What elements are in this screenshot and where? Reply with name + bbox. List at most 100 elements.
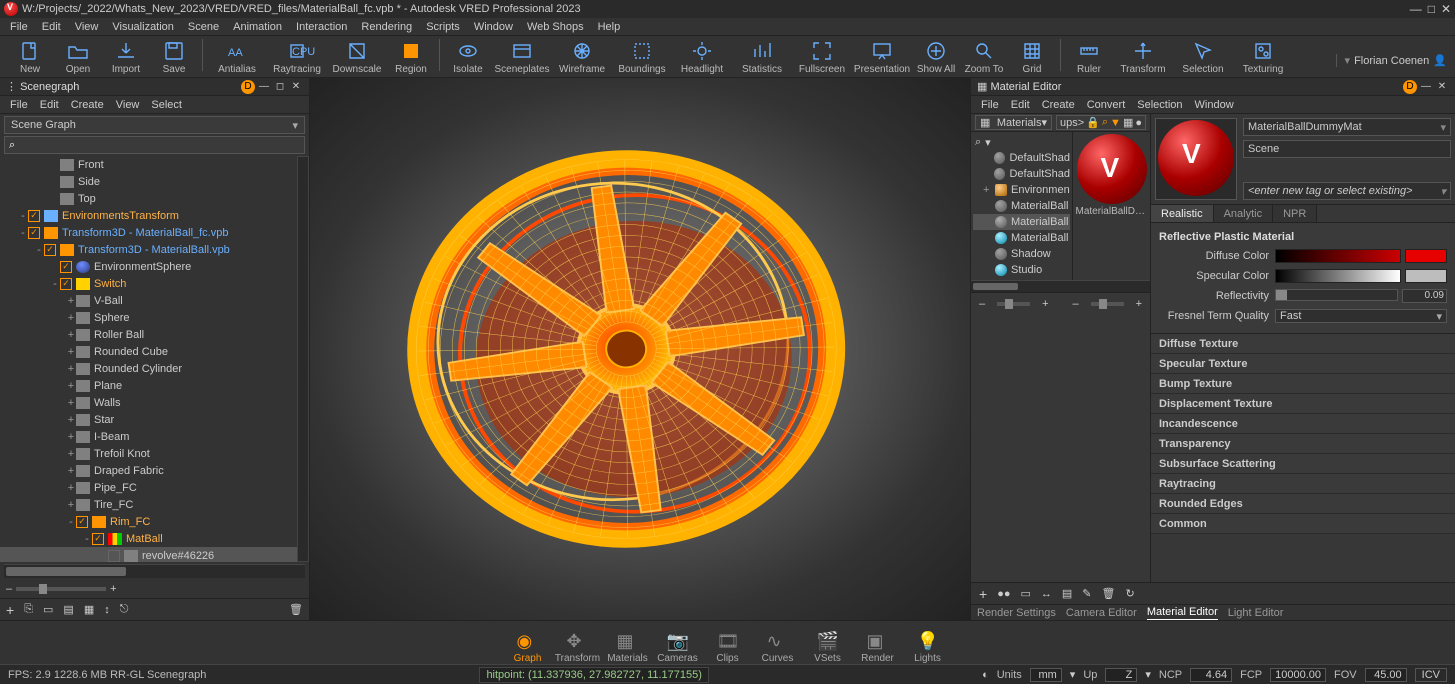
menu-file[interactable]: File [10, 21, 28, 33]
tree-node-walls[interactable]: +Walls [0, 394, 309, 411]
toolbar-zoom-to[interactable]: Zoom To [960, 40, 1008, 75]
group-icon[interactable]: ▭ [43, 603, 53, 616]
expand-toggle[interactable]: + [66, 448, 76, 460]
quickbar-cameras[interactable]: 📷Cameras [653, 631, 703, 664]
me-menu-create[interactable]: Create [1042, 99, 1075, 111]
reflectivity-value[interactable]: 0.09 [1402, 289, 1447, 303]
toolbar-selection[interactable]: Selection [1173, 40, 1233, 75]
tree-node-transform3d-materialball-fc-vpb[interactable]: -✓Transform3D - MaterialBall_fc.vpb [0, 224, 309, 241]
material-large-preview[interactable] [1155, 118, 1237, 200]
material-name-field[interactable]: MaterialBallDummyMat▾ [1243, 118, 1451, 136]
sg-menu-create[interactable]: Create [71, 99, 104, 111]
chevron-down-icon[interactable]: ▾ [985, 136, 991, 149]
tab-render-settings[interactable]: Render Settings [977, 607, 1056, 619]
expand-toggle[interactable]: - [50, 278, 60, 290]
chevron-down-icon[interactable]: ▾ [1145, 668, 1151, 681]
expand-toggle[interactable]: + [66, 329, 76, 341]
expand-toggle[interactable]: + [66, 431, 76, 443]
specular-color-swatch[interactable] [1405, 269, 1447, 283]
groups-selector[interactable]: ups> 🔒 ⌕ ▼ ▦ ● [1056, 115, 1146, 130]
tree-node-matball[interactable]: -✓MatBall [0, 530, 309, 547]
toolbar-region[interactable]: Region [387, 40, 435, 75]
close-button[interactable]: ✕ [1441, 2, 1451, 16]
toolbar-fullscreen[interactable]: Fullscreen [792, 40, 852, 75]
menu-rendering[interactable]: Rendering [361, 21, 412, 33]
expand-toggle[interactable]: + [66, 397, 76, 409]
reflectivity-slider[interactable] [1275, 289, 1398, 301]
ncp-value[interactable]: 4.64 [1190, 668, 1232, 682]
visibility-checkbox[interactable]: ✓ [28, 227, 40, 239]
toolbar-isolate[interactable]: Isolate [444, 40, 492, 75]
specular-color-gradient[interactable] [1275, 269, 1401, 283]
material-ball-thumbnail[interactable] [1077, 134, 1147, 204]
zoom-out-icon[interactable]: – [1073, 298, 1079, 310]
material-tag-field[interactable]: <enter new tag or select existing>▾ [1243, 182, 1451, 200]
fresnel-dropdown[interactable]: Fast▾ [1275, 309, 1447, 323]
panel-minimize[interactable]: — [1419, 80, 1433, 94]
diffuse-color-swatch[interactable] [1405, 249, 1447, 263]
tab-light-editor[interactable]: Light Editor [1228, 607, 1284, 619]
toolbar-texturing[interactable]: Texturing [1233, 40, 1293, 75]
toolbar-ruler[interactable]: Ruler [1065, 40, 1113, 75]
alert-icon[interactable]: D [1403, 80, 1417, 94]
expand-toggle[interactable]: + [66, 380, 76, 392]
visibility-checkbox[interactable]: ✓ [28, 210, 40, 222]
menu-scene[interactable]: Scene [188, 21, 219, 33]
visibility-checkbox[interactable]: ✓ [76, 516, 88, 528]
material-item-defaultshad[interactable]: DefaultShad [973, 166, 1070, 182]
toolbar-sceneplates[interactable]: Sceneplates [492, 40, 552, 75]
expand-toggle[interactable]: - [82, 533, 92, 545]
zoom-slider[interactable] [997, 302, 1030, 306]
tree-node-front[interactable]: Front [0, 156, 309, 173]
toolbar-transform[interactable]: Transform [1113, 40, 1173, 75]
diffuse-color-gradient[interactable] [1275, 249, 1401, 263]
panel-minimize[interactable]: — [257, 80, 271, 94]
zoom-out-icon[interactable]: – [979, 298, 985, 310]
tree-node-i-beam[interactable]: +I-Beam [0, 428, 309, 445]
tree-node-rim-fc[interactable]: -✓Rim_FC [0, 513, 309, 530]
toolbar-new[interactable]: New [6, 40, 54, 75]
tree-node-roller-ball[interactable]: +Roller Ball [0, 326, 309, 343]
accordion-transparency[interactable]: Transparency [1151, 434, 1455, 454]
tree-node-environmentsphere[interactable]: ✓EnvironmentSphere [0, 258, 309, 275]
tree-node-environmentstransform[interactable]: -✓EnvironmentsTransform [0, 207, 309, 224]
tree-node-sphere[interactable]: +Sphere [0, 309, 309, 326]
quickbar-transform[interactable]: ✥Transform [553, 631, 603, 664]
expand-toggle[interactable]: + [66, 346, 76, 358]
menu-view[interactable]: View [75, 21, 99, 33]
tree-node-v-ball[interactable]: +V-Ball [0, 292, 309, 309]
accordion-bump-texture[interactable]: Bump Texture [1151, 374, 1455, 394]
expand-toggle[interactable]: - [18, 210, 28, 222]
expand-toggle[interactable]: + [66, 295, 76, 307]
fcp-value[interactable]: 10000.00 [1270, 668, 1326, 682]
toolbar-wireframe[interactable]: Wireframe [552, 40, 612, 75]
menu-edit[interactable]: Edit [42, 21, 61, 33]
sg-menu-select[interactable]: Select [151, 99, 182, 111]
tree-node-rounded-cube[interactable]: +Rounded Cube [0, 343, 309, 360]
me-menu-convert[interactable]: Convert [1087, 99, 1126, 111]
card-icon[interactable]: ▦ [84, 603, 94, 616]
visibility-checkbox[interactable]: ✓ [60, 278, 72, 290]
material-item-studio[interactable]: Studio [973, 262, 1070, 278]
tree-node-side[interactable]: Side [0, 173, 309, 190]
accordion-rounded-edges[interactable]: Rounded Edges [1151, 494, 1455, 514]
accordion-incandescence[interactable]: Incandescence [1151, 414, 1455, 434]
material-item-shadow[interactable]: Shadow [973, 246, 1070, 262]
material-path-field[interactable]: Scene [1243, 140, 1451, 158]
zoom-slider[interactable] [16, 587, 106, 591]
toolbar-downscale[interactable]: Downscale [327, 40, 387, 75]
fov-value[interactable]: 45.00 [1365, 668, 1407, 682]
maximize-button[interactable]: □ [1428, 2, 1435, 16]
material-item-environmen[interactable]: +Environmen [973, 182, 1070, 198]
icv-button[interactable]: ICV [1415, 668, 1447, 682]
zoom-in-icon[interactable]: + [1042, 298, 1048, 310]
stack-icon[interactable]: ▤ [1062, 587, 1072, 600]
tree-node-switch[interactable]: -✓Switch [0, 275, 309, 292]
zoom-out-icon[interactable]: – [6, 583, 12, 595]
quickbar-materials[interactable]: ▦Materials [603, 631, 653, 664]
refresh-icon[interactable]: ↻ [1125, 587, 1134, 600]
duplicate-icon[interactable]: ●● [997, 588, 1010, 600]
quickbar-vsets[interactable]: 🎬VSets [803, 631, 853, 664]
tree-node-trefoil-knot[interactable]: +Trefoil Knot [0, 445, 309, 462]
collapse-icon[interactable]: ⎘ [24, 603, 33, 616]
